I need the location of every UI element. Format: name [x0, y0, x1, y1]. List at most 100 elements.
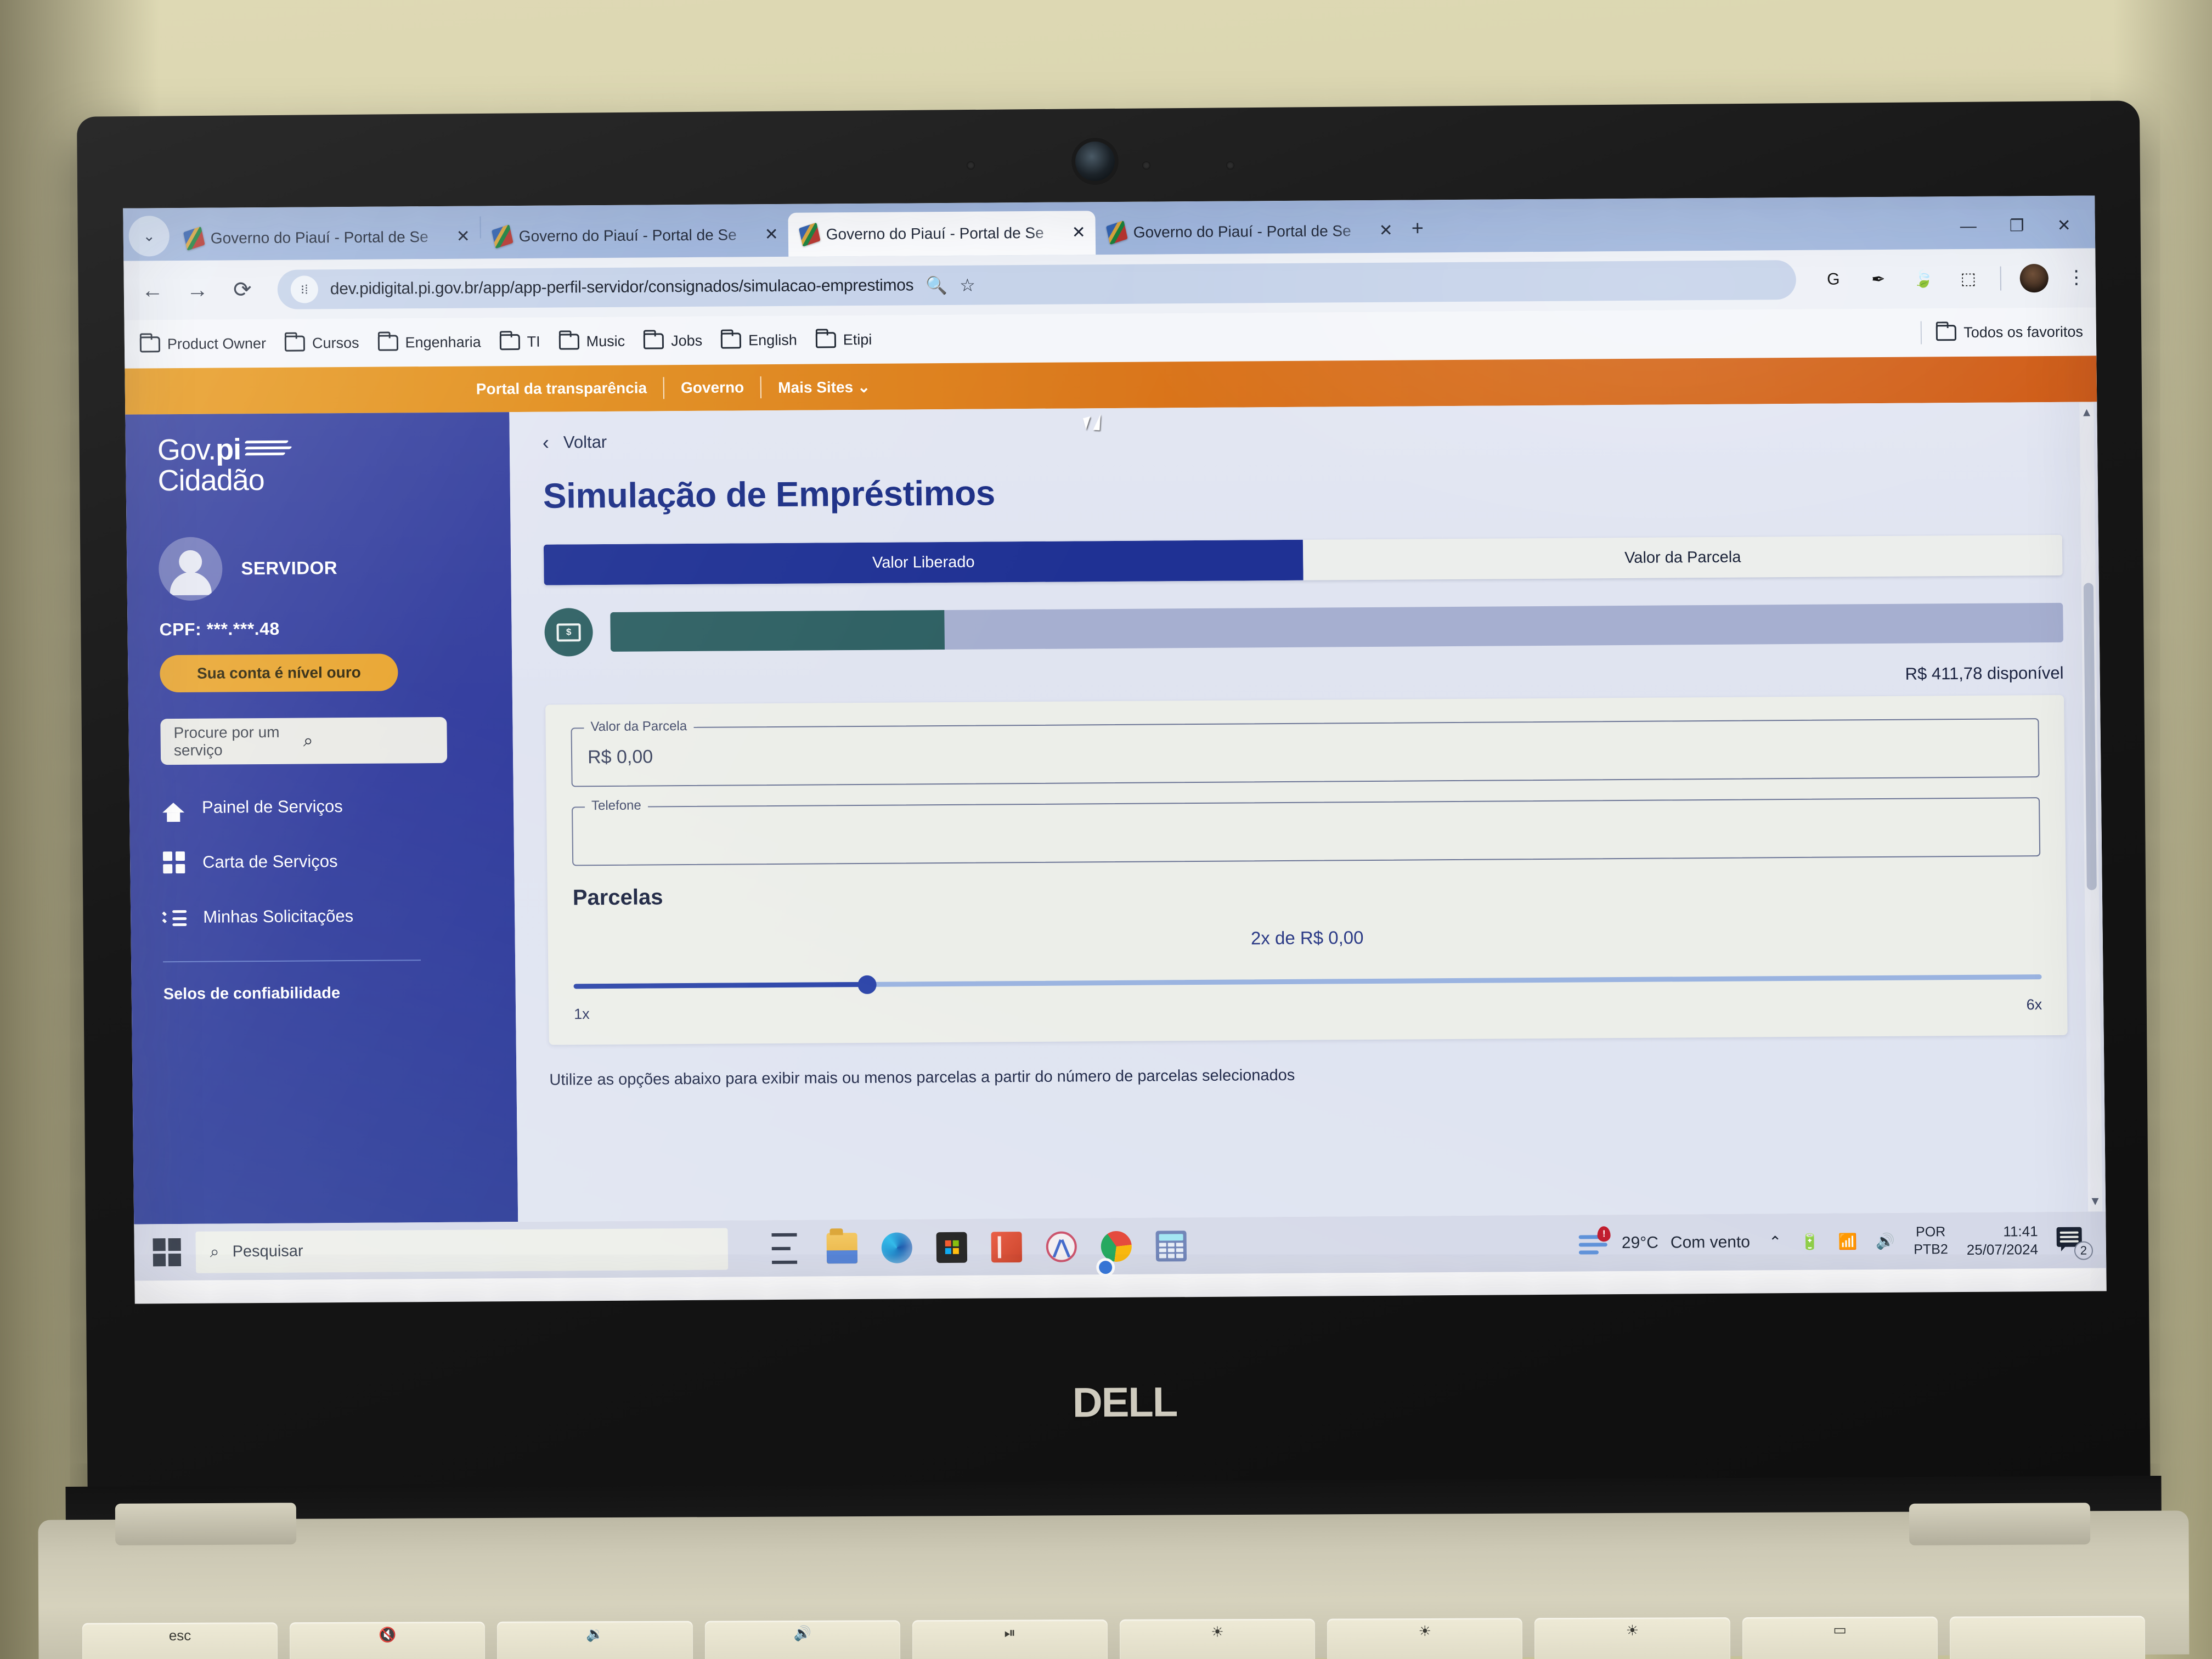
weather-widget[interactable]: ! 29°C Com vento	[1578, 1226, 1751, 1256]
key-volume-down[interactable]: 🔉	[497, 1621, 693, 1659]
amount-slider-track[interactable]	[610, 602, 2063, 652]
main-content: ‹ Voltar Simulação de Empréstimos Valor …	[509, 402, 2106, 1222]
slider-end-labels: 1x 6x	[574, 996, 2042, 1023]
bookmark-etipi[interactable]: Etipi	[815, 331, 872, 348]
folder-icon	[377, 334, 398, 351]
address-bar[interactable]: ⁝⁞ dev.pidigital.pi.gov.br/app/app-perfi…	[277, 259, 1797, 309]
calculator-icon[interactable]	[1155, 1230, 1187, 1262]
scrollbar-thumb[interactable]	[2083, 583, 2097, 890]
browser-tab-0[interactable]: Governo do Piauí - Portal de Se ✕	[172, 215, 480, 261]
parcelas-slider[interactable]	[573, 966, 2042, 997]
sidebar-selos-heading: Selos de confiabilidade	[163, 984, 341, 1003]
clock[interactable]: 11:41 25/07/2024	[1966, 1222, 2038, 1259]
back-icon[interactable]: ←	[138, 278, 167, 302]
tab-close-icon[interactable]: ✕	[456, 228, 470, 246]
profile-avatar-button[interactable]	[2019, 264, 2049, 293]
microsoft-edge-icon[interactable]	[881, 1232, 913, 1263]
field-telefone[interactable]: Telefone	[572, 797, 2041, 866]
folder-icon	[139, 336, 161, 352]
scroll-down-arrow[interactable]: ▼	[2089, 1194, 2101, 1208]
leaf-extension-icon[interactable]: 🍃	[1910, 266, 1937, 292]
file-explorer-icon[interactable]	[826, 1232, 858, 1263]
language-indicator[interactable]: POR PTB2	[1914, 1223, 1948, 1258]
bookmark-jobs[interactable]: Jobs	[643, 332, 702, 349]
bookmark-ti[interactable]: TI	[499, 333, 540, 350]
slider-thumb[interactable]	[857, 975, 877, 995]
webcam	[1075, 141, 1115, 182]
home-icon	[161, 795, 185, 820]
wifi-icon[interactable]: 📶	[1838, 1232, 1857, 1250]
volume-icon[interactable]: 🔊	[1876, 1232, 1895, 1250]
key-esc[interactable]: esc	[82, 1622, 278, 1659]
bookmark-cursos[interactable]: Cursos	[284, 334, 359, 352]
window-controls: — ❐ ✕	[1960, 217, 2096, 249]
bookmark-english[interactable]: English	[721, 331, 797, 349]
reload-icon[interactable]: ⟳	[228, 278, 257, 302]
account-level-badge[interactable]: Sua conta é nível ouro	[160, 653, 398, 693]
tray-expand-chevron-icon[interactable]: ⌃	[1769, 1233, 1782, 1251]
grammarly-extension-icon[interactable]: G	[1820, 266, 1847, 292]
notification-bubble-tail	[2061, 1244, 2067, 1251]
key-display[interactable]: ▭	[1742, 1616, 1938, 1659]
tab-close-icon[interactable]: ✕	[1071, 223, 1085, 241]
microsoft-store-icon[interactable]	[936, 1232, 968, 1263]
field-valor-da-parcela[interactable]: Valor da Parcela R$ 0,00	[571, 718, 2040, 787]
bookmark-label: Product Owner	[167, 335, 267, 352]
key-volume-up[interactable]: 🔊	[704, 1620, 900, 1659]
sidebar-item-label: Carta de Serviços	[202, 851, 338, 872]
tab-search-button[interactable]: ⌄	[128, 216, 170, 257]
key-extra[interactable]	[1949, 1616, 2146, 1659]
bookmark-music[interactable]: Music	[558, 332, 625, 350]
gov-link-transparencia[interactable]: Portal da transparência	[460, 379, 664, 398]
chevron-left-icon: ‹	[542, 431, 550, 454]
windows-start-icon[interactable]	[153, 1238, 182, 1266]
forward-icon[interactable]: →	[183, 278, 212, 302]
notifications-button[interactable]: 2	[2056, 1227, 2094, 1260]
search-icon[interactable]: ⌕	[303, 730, 433, 752]
bookmark-star-icon[interactable]: ☆	[960, 275, 975, 296]
extensions-puzzle-icon[interactable]: ⬚	[1955, 266, 1982, 292]
gov-link-governo[interactable]: Governo	[664, 379, 760, 397]
key-play-pause[interactable]: ⏯	[912, 1620, 1108, 1659]
bookmark-product-owner[interactable]: Product Owner	[139, 335, 267, 352]
gov-link-mais-sites[interactable]: Mais Sites ⌄	[761, 377, 887, 396]
battery-icon[interactable]: 🔋	[1800, 1233, 1819, 1251]
key-brightness-3[interactable]: ☀	[1534, 1617, 1730, 1659]
sidebar-item-painel-de-servicos[interactable]: Painel de Serviços	[161, 793, 487, 820]
snipping-tool-icon[interactable]	[1046, 1231, 1077, 1262]
tab-close-icon[interactable]: ✕	[1379, 222, 1392, 240]
piaui-flag-favicon	[1105, 220, 1128, 245]
chrome-menu-icon[interactable]: ⋮	[2067, 267, 2086, 288]
new-tab-button[interactable]: +	[1412, 217, 1424, 240]
key-brightness-1[interactable]: ☀	[1119, 1618, 1316, 1659]
taskbar-search-input[interactable]: ⌕ Pesquisar	[195, 1228, 729, 1273]
maximize-button[interactable]: ❐	[2010, 217, 2024, 235]
page-info-icon[interactable]: ⁝⁞	[290, 275, 319, 303]
bookmark-engenharia[interactable]: Engenharia	[377, 334, 481, 351]
tab-valor-da-parcela[interactable]: Valor da Parcela	[1302, 534, 2063, 580]
field-box[interactable]: R$ 0,00	[571, 718, 2040, 787]
sidebar-item-minhas-solicitacoes[interactable]: Minhas Solicitações	[162, 903, 488, 929]
browser-tab-1[interactable]: Governo do Piauí - Portal de Se ✕	[481, 213, 788, 259]
browser-tab-3[interactable]: Governo do Piauí - Portal de Se ✕	[1095, 209, 1403, 255]
tab-valor-liberado[interactable]: Valor Liberado	[543, 539, 1304, 585]
taskbar-apps	[771, 1230, 1187, 1264]
sidebar-search-input[interactable]: Procure por um serviço ⌕	[160, 716, 448, 765]
key-brightness-2[interactable]: ☀	[1327, 1618, 1523, 1659]
tab-close-icon[interactable]: ✕	[764, 225, 778, 244]
task-view-icon[interactable]	[771, 1233, 803, 1264]
close-window-button[interactable]: ✕	[2057, 217, 2070, 235]
browser-tab-2-active[interactable]: Governo do Piauí - Portal de Se ✕	[788, 211, 1096, 257]
office-icon[interactable]	[991, 1231, 1023, 1262]
sidebar-item-carta-de-servicos[interactable]: Carta de Serviços	[162, 848, 488, 874]
field-box[interactable]	[572, 797, 2041, 866]
back-link[interactable]: ‹ Voltar	[542, 423, 2061, 454]
scroll-up-arrow[interactable]: ▲	[2081, 405, 2093, 419]
minimize-button[interactable]: —	[1960, 217, 1977, 235]
feather-extension-icon[interactable]: ✒	[1865, 266, 1892, 292]
dell-brand-logo: DELL	[1031, 1375, 1218, 1429]
key-mute[interactable]: 🔇	[290, 1621, 486, 1659]
all-bookmarks-button[interactable]: Todos os favoritos	[1936, 323, 2083, 341]
zoom-icon[interactable]: 🔍	[926, 275, 947, 296]
google-chrome-icon[interactable]	[1101, 1231, 1132, 1262]
